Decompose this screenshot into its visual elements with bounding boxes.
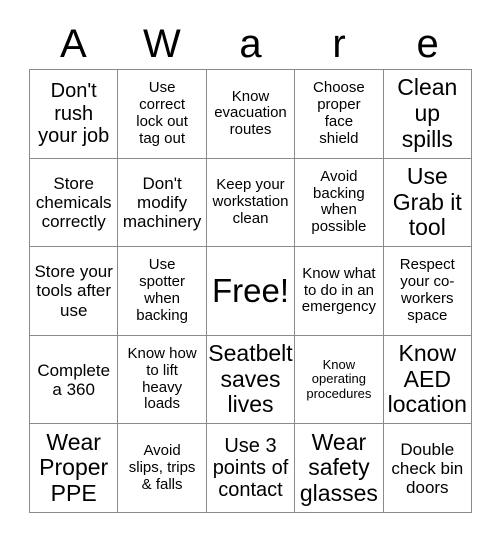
bingo-cell-label: Store chemicals correctly [35,173,112,231]
bingo-header-letter-1: W [143,21,181,66]
bingo-cell[interactable]: Avoid slips, trips & falls [118,424,207,513]
bingo-cell-label: Avoid backing when possible [311,167,367,236]
bingo-cell-label: Wear safety glasses [299,428,378,507]
bingo-header-letter-2: a [239,21,262,66]
bingo-cell-label: Use 3 points of contact [212,434,289,502]
bingo-cell[interactable]: Use correct lock out tag out [118,70,207,159]
bingo-cell-label: Free! [211,272,289,310]
bingo-cell[interactable]: Respect your co- workers space [383,247,472,336]
bingo-cell-label: Know AED location [387,339,467,418]
bingo-cell[interactable]: Double check bin doors [383,424,472,513]
bingo-card: A Wa r e Don't rush your job Use correct loc… [0,0,500,544]
bingo-header-letter-3: r [332,21,346,66]
bingo-cell[interactable]: Use 3 points of contact [206,424,296,513]
bingo-grid: Don't rush your job Use correct lock out … [29,69,472,513]
bingo-cell[interactable]: Seatbelt saves lives [206,335,296,425]
bingo-cell[interactable]: Don't rush your job [30,70,119,159]
bingo-cell[interactable]: Complete a 360 [30,335,119,425]
bingo-header-letter-0: A [59,21,87,66]
bingo-cell-label: Know operating procedures [306,356,372,401]
bingo-cell-label: Don't modify machinery [122,173,202,231]
bingo-cell-label: Keep your workstation clean [212,176,289,227]
bingo-cell-label: Clean up spills [397,74,458,152]
bingo-cell[interactable]: Know how to lift heavy loads [118,335,207,425]
bingo-cell[interactable]: Keep your workstation clean [206,158,296,248]
bingo-cell[interactable]: Know evacuation routes [206,70,296,159]
bingo-cell[interactable]: Know what to do in an emergency [295,247,384,336]
bingo-cell[interactable]: Store your tools after use [30,247,119,336]
bingo-cell[interactable]: Know operating procedures [295,335,384,425]
bingo-cell-label: Avoid slips, trips & falls [128,441,196,493]
bingo-cell[interactable]: Choose proper face shield [295,70,384,159]
bingo-cell-label: Wear Proper PPE [39,428,109,507]
bingo-cell-label: Double check bin doors [391,439,464,497]
bingo-cell[interactable]: Use spotter when backing [118,247,207,336]
bingo-cell-label: Know evacuation routes [214,87,287,139]
bingo-cell[interactable]: Use Grab it tool [383,158,472,248]
bingo-cell-label: Don't rush your job [38,80,110,147]
bingo-cell-label: Use Grab it tool [392,162,462,241]
bingo-cell-label: Complete a 360 [37,360,111,399]
bingo-cell-label: Know what to do in an emergency [301,264,376,316]
bingo-cell[interactable]: Don't modify machinery [118,158,207,248]
bingo-cell[interactable]: Wear safety glasses [295,424,384,513]
bingo-cell[interactable]: Clean up spills [383,70,472,159]
bingo-cell-label: Seatbelt saves lives [208,339,293,418]
bingo-cell[interactable]: Wear Proper PPE [30,424,119,513]
bingo-cell-label: Respect your co- workers space [399,256,455,324]
bingo-cell[interactable]: Know AED location [383,335,472,425]
bingo-header-letter-4: e [416,21,439,66]
bingo-header-letters: A Wa r e [29,18,472,69]
bingo-cell-label: Store your tools after use [34,262,113,320]
bingo-cell-label: Choose proper face shield [313,79,365,147]
bingo-cell-free[interactable]: Free! [206,247,296,336]
bingo-cell[interactable]: Avoid backing when possible [295,158,384,248]
bingo-cell-label: Use spotter when backing [136,256,188,324]
bingo-cell[interactable]: Store chemicals correctly [30,158,119,248]
bingo-cell-label: Know how to lift heavy loads [127,345,197,413]
bingo-cell-label: Use correct lock out tag out [136,79,188,147]
